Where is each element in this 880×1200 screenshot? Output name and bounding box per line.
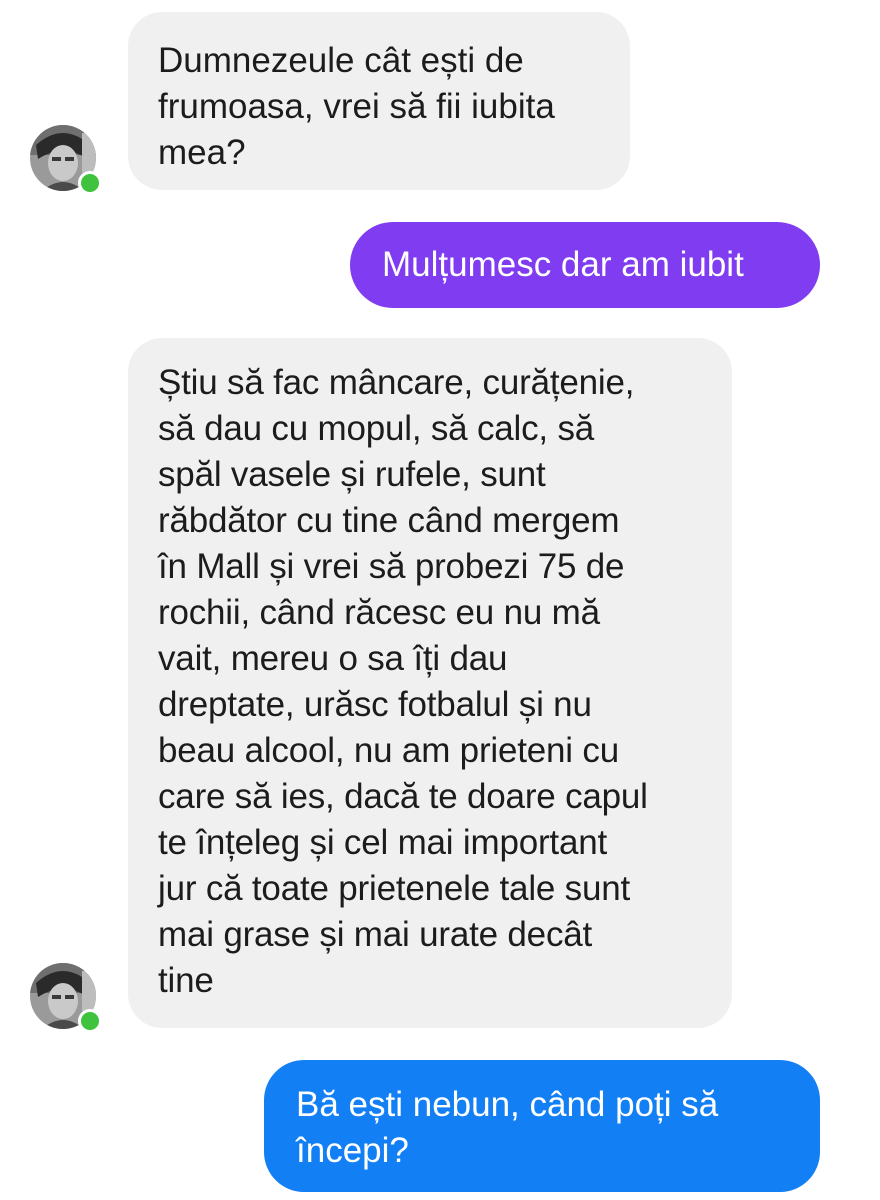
incoming-message-bubble[interactable]: Dumnezeule cât ești de frumoasa, vrei să… [128, 12, 630, 190]
online-status-icon [78, 171, 102, 195]
outgoing-message-bubble[interactable]: Mulțumesc dar am iubit [350, 222, 820, 308]
outgoing-message-bubble[interactable]: Bă ești nebun, când poți să începi? [264, 1060, 820, 1192]
incoming-message-bubble[interactable]: Știu să fac mâncare, curățenie, să dau c… [128, 338, 732, 1028]
contact-avatar[interactable] [30, 125, 102, 195]
contact-avatar[interactable] [30, 963, 102, 1033]
online-status-icon [78, 1009, 102, 1033]
